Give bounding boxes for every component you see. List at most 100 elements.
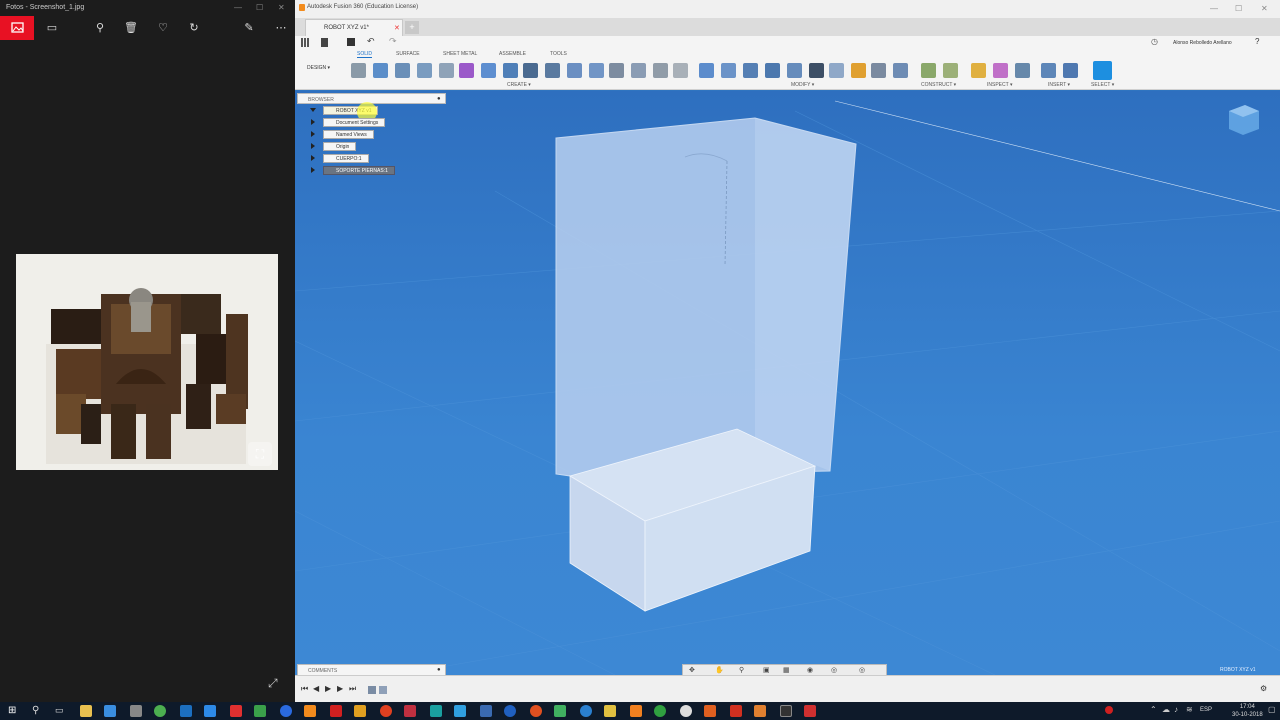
design-workspace-button[interactable]: DESIGN ▾ [307,65,337,75]
play-icon[interactable]: ▶ [325,684,331,693]
app-icon[interactable] [680,705,692,717]
effects-icon[interactable]: ◎ [831,666,837,674]
store-icon[interactable] [104,705,116,717]
app-icon[interactable] [480,705,492,717]
expand-arrow-icon[interactable] [311,131,315,137]
wifi-icon[interactable]: ≋ [1186,705,1193,714]
more-icon[interactable]: ⋯ [273,20,289,36]
redo-icon[interactable]: ↷ [389,36,397,47]
job-status-icon[interactable]: ◷ [1151,37,1158,46]
pin-icon[interactable]: ● [437,667,441,673]
edge-icon[interactable] [504,705,516,717]
user-name[interactable]: Alonso Rebolledo Arellano [1173,40,1232,46]
app-icon[interactable] [804,705,816,717]
align-icon[interactable] [829,63,844,78]
app-icon[interactable] [130,705,142,717]
inspect-menu[interactable]: INSPECT ▾ [987,82,1012,88]
app-icon[interactable] [554,705,566,717]
clock[interactable]: 17:04 30-10-2018 [1232,703,1263,719]
maximize-icon[interactable]: ☐ [1235,4,1242,13]
coil-icon[interactable] [545,63,560,78]
file-explorer-icon[interactable] [80,705,92,717]
expand-arrow-icon[interactable] [311,143,315,149]
mirror-icon[interactable] [609,63,624,78]
app-icon[interactable] [280,705,292,717]
expand-arrow-icon[interactable] [311,167,315,173]
delete-icon[interactable]: 🗑 [123,20,139,36]
select-menu[interactable]: SELECT ▾ [1091,82,1114,88]
select-icon[interactable] [1093,61,1112,80]
help-icon[interactable]: ? [1255,37,1259,46]
3d-viewport[interactable]: BROWSER ● ROBOT XYZ v1 Document Settings… [295,91,1280,675]
notifications-icon[interactable]: ▢ [1268,705,1276,714]
box-icon[interactable] [589,63,604,78]
app-icon[interactable] [580,705,592,717]
app-icon[interactable] [380,705,392,717]
loft-icon[interactable] [439,63,454,78]
expand-icon[interactable]: ⤢ [268,676,278,691]
edit-icon[interactable]: ✎ [241,20,257,36]
sweep-icon[interactable] [417,63,432,78]
revolve-icon[interactable] [395,63,410,78]
app-icon[interactable] [604,705,616,717]
fillet-icon[interactable] [721,63,736,78]
tab-solid[interactable]: SOLID [357,51,373,58]
volume-icon[interactable]: ♪ [1174,705,1178,714]
app-icon[interactable] [354,705,366,717]
modify-menu[interactable]: MODIFY ▾ [791,82,814,88]
start-icon[interactable]: ⊞ [8,705,16,716]
task-view-icon[interactable]: ▭ [55,705,64,716]
zoom-icon[interactable]: ⚲ [92,20,108,36]
vlc-icon[interactable] [630,705,642,717]
photos-taskbar-icon[interactable] [780,705,792,717]
search-icon[interactable]: ⚲ [32,705,39,716]
timeline-settings-icon[interactable]: ⚙ [1260,684,1267,693]
minimize-icon[interactable]: — [1210,4,1218,13]
pan-icon[interactable]: ✋ [715,666,724,674]
collapse-icon[interactable] [310,108,316,112]
rib-icon[interactable] [481,63,496,78]
viewcube[interactable] [1225,101,1261,137]
move-icon[interactable] [809,63,824,78]
expand-arrow-icon[interactable] [311,155,315,161]
combine-icon[interactable] [653,63,668,78]
save-icon[interactable] [347,38,355,46]
file-icon[interactable] [321,38,328,47]
fusion-taskbar-icon[interactable] [304,705,316,717]
extrude-icon[interactable] [373,63,388,78]
plane-at-angle-icon[interactable] [943,63,958,78]
app-icon[interactable] [730,705,742,717]
split-icon[interactable] [673,63,688,78]
app-icon[interactable] [180,705,192,717]
app-icon[interactable] [654,705,666,717]
fullscreen-icon[interactable]: ⛶ [248,442,272,466]
chamfer-icon[interactable] [743,63,758,78]
display-settings-icon[interactable]: ▣ [763,666,770,674]
press-pull-icon[interactable] [699,63,714,78]
tab-tools[interactable]: TOOLS [550,51,567,57]
tray-chevron-icon[interactable]: ⌃ [1150,705,1157,714]
go-to-start-icon[interactable]: ⏮ [301,684,308,694]
offset-plane-icon[interactable] [921,63,936,78]
maximize-icon[interactable]: ☐ [256,3,263,12]
app-icon[interactable] [754,705,766,717]
measure-icon[interactable] [971,63,986,78]
draft-icon[interactable] [787,63,802,78]
construct-menu[interactable]: CONSTRUCT ▾ [921,82,956,88]
expand-arrow-icon[interactable] [311,119,315,125]
create-menu[interactable]: CREATE ▾ [507,82,531,88]
shell-icon[interactable] [765,63,780,78]
favorite-icon[interactable]: ♡ [155,20,171,36]
timeline-feature-icon[interactable] [368,686,376,694]
app-icon[interactable] [530,705,542,717]
scale-icon[interactable] [893,63,908,78]
sketch-icon[interactable] [351,63,366,78]
chrome-icon[interactable] [154,705,166,717]
orbit-icon[interactable]: ✥ [689,666,695,674]
insert-menu[interactable]: INSERT ▾ [1048,82,1070,88]
insert-mesh-icon[interactable] [1063,63,1078,78]
app-icon[interactable] [404,705,416,717]
insert-image-icon[interactable] [1041,63,1056,78]
data-panel-icon[interactable] [301,38,310,47]
app-icon[interactable] [254,705,266,717]
